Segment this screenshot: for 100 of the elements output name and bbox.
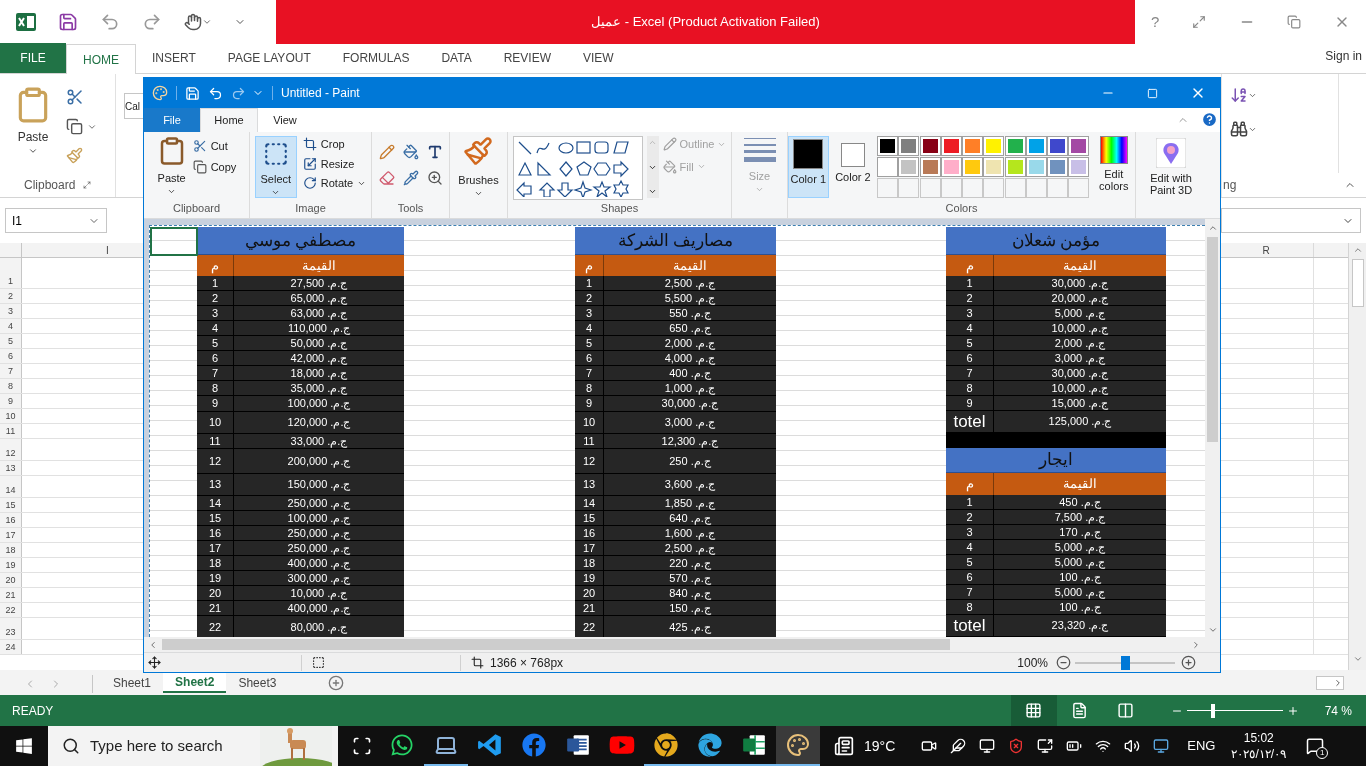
zoom-out-icon[interactable] [1056, 655, 1071, 670]
color-picker-icon[interactable] [402, 170, 419, 186]
sheet-tab[interactable]: Sheet3 [226, 673, 289, 693]
paint-3d-button[interactable]: Edit with Paint 3D [1141, 138, 1201, 196]
color-swatch[interactable] [1047, 157, 1069, 177]
format-painter-icon[interactable] [66, 147, 83, 164]
zoom-in-icon[interactable] [1286, 704, 1299, 717]
crop-button[interactable]: Crop [302, 136, 367, 153]
undo-icon[interactable] [100, 12, 120, 32]
brushes-button[interactable]: Brushes [458, 136, 499, 198]
wifi-icon[interactable] [1095, 738, 1112, 754]
sort-filter-button[interactable] [1230, 86, 1257, 104]
color-swatch[interactable] [1068, 136, 1090, 156]
zoom-slider[interactable] [1075, 655, 1175, 670]
color-swatch[interactable] [877, 136, 899, 156]
color-swatch[interactable] [898, 157, 920, 177]
resize-button[interactable]: Resize [302, 155, 367, 172]
fill-bucket-icon[interactable] [402, 144, 419, 160]
color-swatch[interactable] [1047, 136, 1069, 156]
screen-icon[interactable] [1037, 738, 1054, 754]
scroll-thumb[interactable] [1207, 237, 1218, 442]
ribbon-tab[interactable]: FILE [0, 43, 66, 73]
touch-mode-button[interactable] [184, 13, 212, 31]
help-button[interactable]: ? [1151, 10, 1160, 34]
save-icon[interactable] [58, 12, 78, 32]
color-swatch[interactable] [1004, 136, 1026, 156]
scroll-thumb[interactable] [1351, 259, 1364, 307]
ribbon-tab[interactable]: File [144, 108, 200, 132]
ribbon-tab[interactable]: FORMULAS [326, 43, 426, 73]
color-swatch[interactable] [898, 136, 920, 156]
search-bar[interactable]: Type here to search [48, 726, 338, 766]
zoom-in-icon[interactable] [1181, 655, 1196, 670]
sign-in-link[interactable]: Sign in [1325, 47, 1362, 65]
help-icon[interactable] [1201, 111, 1218, 128]
taskbar-button[interactable] [776, 726, 820, 766]
ribbon-display-icon[interactable] [1192, 15, 1206, 29]
battery-icon[interactable] [1066, 738, 1083, 754]
zoom-slider[interactable] [1186, 703, 1283, 718]
weather-text[interactable]: 19°C [864, 735, 896, 757]
task-view-icon[interactable] [352, 736, 372, 756]
name-box[interactable]: I1 [5, 208, 107, 233]
camera-icon[interactable] [921, 738, 938, 754]
scroll-thumb[interactable] [162, 639, 950, 650]
view-button[interactable] [1010, 695, 1057, 726]
shield-icon[interactable] [1008, 738, 1025, 754]
select-button[interactable]: Select [254, 136, 297, 198]
cut-button[interactable]: Cut [192, 138, 237, 155]
horizontal-scrollbar[interactable] [1316, 676, 1344, 690]
color-slot-button[interactable]: Color 1 [788, 136, 829, 198]
restore-icon[interactable] [1287, 15, 1302, 29]
notifications-icon[interactable] [1306, 737, 1325, 755]
ribbon-tab[interactable]: View [258, 108, 312, 132]
paste-button[interactable]: Paste [156, 136, 187, 196]
color-swatch[interactable] [877, 157, 899, 177]
ribbon-tab[interactable]: DATA [425, 43, 488, 73]
color-swatch[interactable] [1004, 157, 1026, 177]
zoom-percent[interactable]: 74 % [1324, 701, 1352, 720]
pen-icon[interactable] [950, 738, 967, 754]
color-swatch[interactable] [940, 136, 962, 156]
zoom-thumb[interactable] [1210, 703, 1215, 718]
color-swatch[interactable] [962, 136, 984, 156]
sheet-tab[interactable]: Sheet1 [101, 673, 164, 693]
add-sheet-icon[interactable] [328, 675, 345, 691]
ribbon-tab[interactable]: PAGE LAYOUT [211, 43, 327, 73]
eraser-icon[interactable] [378, 170, 395, 186]
color-swatch[interactable] [962, 157, 984, 177]
ribbon-tab[interactable]: REVIEW [487, 43, 567, 73]
edit-colors-button[interactable]: Edit colors [1092, 136, 1135, 198]
volume-icon[interactable] [1124, 738, 1141, 754]
pencil-icon[interactable] [378, 144, 395, 160]
find-button[interactable] [1230, 120, 1257, 138]
formula-field[interactable] [1221, 208, 1361, 233]
redo-icon[interactable] [142, 12, 162, 32]
color-swatch[interactable] [940, 157, 962, 177]
ribbon-tab[interactable]: VIEW [567, 43, 630, 73]
ribbon-tab[interactable]: INSERT [136, 43, 212, 73]
zoom-thumb[interactable] [1121, 655, 1130, 670]
undo-icon[interactable] [208, 85, 223, 101]
monitor-icon[interactable] [979, 738, 996, 754]
cut-icon[interactable] [66, 88, 84, 106]
language-indicator[interactable]: ENG [1187, 736, 1216, 756]
color-swatch[interactable] [1025, 157, 1047, 177]
copy-button[interactable]: Copy [192, 158, 237, 175]
text-tool-icon[interactable] [426, 144, 443, 160]
color-swatch[interactable] [1025, 136, 1047, 156]
redo-icon[interactable] [231, 85, 246, 101]
sheet-tab[interactable]: Sheet2 [163, 673, 227, 693]
column-header[interactable]: R [1262, 243, 1270, 257]
column-header[interactable]: I [106, 243, 109, 257]
paste-button[interactable]: Paste [14, 86, 52, 173]
rotate-button[interactable]: Rotate [302, 175, 367, 192]
vertical-scrollbar[interactable] [1348, 243, 1366, 670]
color-swatch[interactable] [983, 136, 1005, 156]
dialog-launcher-icon[interactable] [83, 181, 91, 189]
ribbon-tab[interactable]: Home [200, 108, 258, 132]
color-swatch[interactable] [983, 157, 1005, 177]
row-header[interactable]: 1 [8, 274, 13, 288]
color-swatch[interactable] [919, 157, 941, 177]
color-swatch[interactable] [919, 136, 941, 156]
color-slot-button[interactable]: Color 2 [832, 136, 874, 198]
